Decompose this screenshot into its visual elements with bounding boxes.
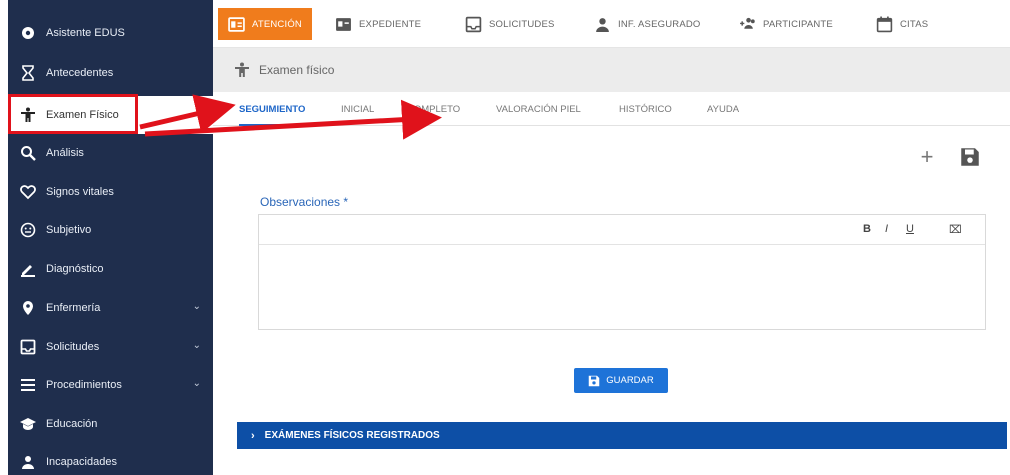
id-card-icon xyxy=(228,16,245,32)
tab-seguimiento[interactable]: SEGUIMIENTO xyxy=(239,104,305,115)
bold-button[interactable]: B xyxy=(863,223,871,235)
sidebar-item-label: Antecedentes xyxy=(46,67,114,79)
sidebar-item-subjetivo[interactable]: Subjetivo xyxy=(8,211,213,249)
person-icon xyxy=(19,106,37,124)
map-pin-icon xyxy=(19,299,37,317)
tab-expediente[interactable]: EXPEDIENTE xyxy=(335,8,421,40)
graduation-cap-icon xyxy=(19,415,37,433)
tab-historico[interactable]: HISTÓRICO xyxy=(619,104,672,115)
tab-participante[interactable]: PARTICIPANTE xyxy=(739,8,833,40)
tab-valoracion-piel[interactable]: VALORACIÓN PIEL xyxy=(496,104,581,115)
sidebar-item-label: Solicitudes xyxy=(46,341,100,353)
list-icon xyxy=(19,376,37,394)
heart-icon xyxy=(19,183,37,201)
save-icon xyxy=(588,375,600,386)
chevron-down-icon[interactable]: ⌄ xyxy=(193,340,201,351)
sidebar-item-asistente-edus[interactable]: Asistente EDUS xyxy=(8,14,213,52)
chevron-down-icon[interactable]: ⌄ xyxy=(193,378,201,389)
sidebar-item-label: Signos vitales xyxy=(46,186,114,198)
clear-format-button[interactable]: ⌧ xyxy=(949,223,962,236)
italic-button[interactable]: I xyxy=(885,223,888,235)
sidebar-item-analisis[interactable]: Análisis xyxy=(8,134,213,172)
underline-button[interactable]: U xyxy=(906,223,914,235)
person-outline-icon xyxy=(19,453,37,471)
tab-label: INF. ASEGURADO xyxy=(618,18,701,30)
tab-label: SOLICITUDES xyxy=(489,18,555,30)
tab-atencion[interactable]: ATENCIÓN xyxy=(218,8,312,40)
sidebar-item-diagnostico[interactable]: Diagnóstico xyxy=(8,250,213,288)
tab-label: PARTICIPANTE xyxy=(763,18,833,30)
sidebar-item-label: Procedimientos xyxy=(46,379,122,391)
save-icon[interactable] xyxy=(960,147,980,167)
calendar-icon xyxy=(876,16,893,32)
section-title: Examen físico xyxy=(259,63,335,77)
pencil-icon xyxy=(19,260,37,278)
sidebar-item-signos-vitales[interactable]: Signos vitales xyxy=(8,173,213,211)
section-header: Examen físico xyxy=(213,48,1010,92)
sidebar-item-solicitudes[interactable]: Solicitudes ⌄ xyxy=(8,328,213,366)
chevron-right-icon: › xyxy=(251,429,255,442)
sidebar-item-label: Análisis xyxy=(46,147,84,159)
accordion-label: EXÁMENES FÍSICOS REGISTRADOS xyxy=(264,430,440,441)
folder-card-icon xyxy=(336,17,351,31)
active-tab-indicator xyxy=(239,124,319,126)
sidebar-item-label: Incapacidades xyxy=(46,456,117,468)
observations-label: Observaciones * xyxy=(260,195,349,209)
tab-label: ATENCIÓN xyxy=(252,18,302,30)
tab-inf-asegurado[interactable]: INF. ASEGURADO xyxy=(594,8,701,40)
person-icon xyxy=(596,17,609,32)
sidebar-item-enfermeria[interactable]: Enfermería ⌄ xyxy=(8,289,213,327)
sidebar-item-incapacidades[interactable]: Incapacidades xyxy=(8,443,213,475)
tab-label: EXPEDIENTE xyxy=(359,18,422,30)
group-add-icon xyxy=(740,17,755,29)
add-icon[interactable]: + xyxy=(916,146,938,168)
tab-label: CITAS xyxy=(900,18,929,30)
tab-citas[interactable]: CITAS xyxy=(876,8,928,40)
sidebar-item-label: Educación xyxy=(46,418,98,430)
sidebar-item-procedimientos[interactable]: Procedimientos ⌄ xyxy=(8,366,213,404)
tab-solicitudes[interactable]: SOLICITUDES xyxy=(465,8,555,40)
sidebar-item-label: Subjetivo xyxy=(46,224,92,236)
observations-textarea[interactable] xyxy=(259,245,985,329)
registered-exams-accordion[interactable]: › EXÁMENES FÍSICOS REGISTRADOS xyxy=(237,422,1007,449)
chevron-down-icon[interactable]: ⌄ xyxy=(193,301,201,312)
magnifier-icon xyxy=(19,144,37,162)
sidebar-item-label: Examen Físico xyxy=(46,109,119,121)
face-icon xyxy=(19,221,37,239)
editor-toolbar: B I U ⌧ xyxy=(259,215,985,245)
hourglass-icon xyxy=(19,64,37,82)
sidebar-item-label: Enfermería xyxy=(46,302,101,314)
tab-ayuda[interactable]: AYUDA xyxy=(707,104,739,115)
top-nav: ATENCIÓN EXPEDIENTE SOLICITUDES INF. ASE… xyxy=(213,0,1010,48)
tab-completo[interactable]: COMPLETO xyxy=(407,104,460,115)
sidebar-item-antecedentes[interactable]: Antecedentes xyxy=(8,54,213,92)
tab-inicial[interactable]: INICIAL xyxy=(341,104,374,115)
sidebar-item-examen-fisico[interactable]: Examen Físico xyxy=(8,96,213,134)
sidebar: Asistente EDUS Antecedentes Examen Físic… xyxy=(8,0,213,475)
save-button-label: GUARDAR xyxy=(606,375,654,386)
inbox-icon xyxy=(19,338,37,356)
sidebar-item-label: Asistente EDUS xyxy=(46,27,125,39)
sidebar-item-educacion[interactable]: Educación xyxy=(8,405,213,443)
sub-tabs: SEGUIMIENTO INICIAL COMPLETO VALORACIÓN … xyxy=(213,92,1010,126)
gear-icon xyxy=(19,24,37,42)
observations-editor: B I U ⌧ xyxy=(258,214,986,330)
inbox-icon xyxy=(465,16,482,32)
sidebar-item-label: Diagnóstico xyxy=(46,263,104,275)
person-icon xyxy=(235,62,249,78)
save-button[interactable]: GUARDAR xyxy=(574,368,668,393)
